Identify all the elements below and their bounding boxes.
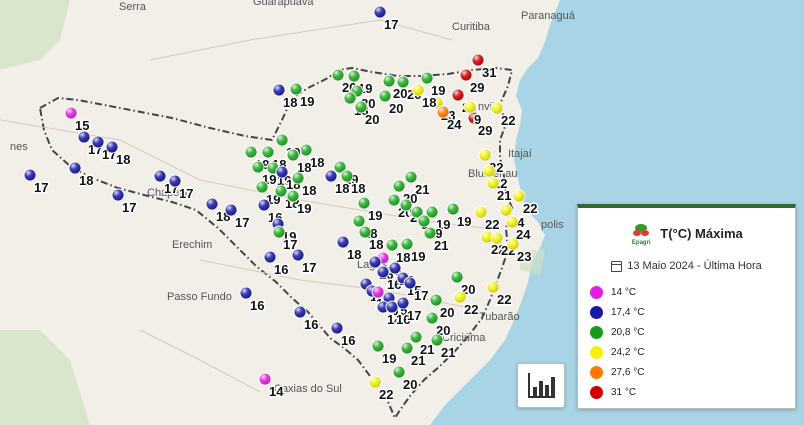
chart-axis [528, 373, 530, 398]
legend-swatch [590, 285, 603, 299]
chart-bar-icon [551, 377, 555, 397]
temperature-label: 17 [122, 200, 136, 215]
temperature-label: 17 [414, 288, 428, 303]
legend-label: 27,6 °C [611, 366, 645, 378]
temperature-label: 18 [347, 247, 361, 262]
legend-date: 13 Maio 2024 - Última Hora [578, 260, 795, 272]
temperature-label: 18 [369, 237, 383, 252]
temperature-label: 17 [302, 260, 316, 275]
place-label: polis [541, 219, 564, 231]
legend-title: T(°C) Máxima [660, 225, 743, 241]
temperature-label: 20 [389, 101, 403, 116]
temperature-label: 16 [250, 298, 264, 313]
place-label: Paranaguá [521, 10, 576, 22]
temperature-label: 16 [274, 262, 288, 277]
legend-panel: Epagri T(°C) Máxima 13 Maio 2024 - Últim… [577, 204, 796, 409]
legend-item: 24,2 °C [578, 342, 795, 362]
temperature-label: 22 [497, 292, 511, 307]
legend-label: 17,4 °C [611, 306, 645, 318]
legend-label: 31 °C [611, 386, 637, 398]
temperature-label: 19 [457, 214, 471, 229]
temperature-label: 21 [411, 353, 425, 368]
temperature-label: 19 [300, 94, 314, 109]
temperature-label: 21 [497, 188, 511, 203]
place-label: Curitiba [452, 21, 491, 33]
temperature-label: 22 [485, 217, 499, 232]
temperature-label: 9 [474, 112, 481, 127]
temperature-label: 19 [297, 201, 311, 216]
temperature-label: 23 [517, 249, 531, 264]
legend-swatch [590, 305, 603, 319]
place-label: Serra [119, 1, 147, 13]
temperature-label: 24 [447, 117, 462, 132]
temperature-label: 21 [434, 238, 448, 253]
temperature-label: 17 [235, 215, 249, 230]
temperature-label: 18 [79, 173, 93, 188]
temperature-label: 17 [179, 186, 193, 201]
temperature-label: 22 [379, 387, 393, 402]
temperature-label: 22 [501, 113, 515, 128]
logo-text: Epagri [631, 240, 651, 246]
temperature-label: 20 [440, 305, 454, 320]
calendar-icon [611, 260, 623, 272]
temperature-label: 21 [441, 345, 455, 360]
temperature-label: 18 [351, 181, 365, 196]
temperature-label: 18 [422, 95, 436, 110]
legend-label: 20,8 °C [611, 326, 645, 338]
legend-header: Epagri T(°C) Máxima [578, 220, 795, 246]
chart-bar-icon [533, 387, 537, 397]
chart-bar-icon [539, 381, 543, 397]
temperature-label: 20 [403, 377, 417, 392]
legend-swatch [590, 325, 603, 339]
temperature-label: 24 [516, 227, 531, 242]
chart-bar-icon [545, 385, 549, 397]
legend-label: 24,2 °C [611, 346, 645, 358]
legend-item: 20,8 °C [578, 322, 795, 342]
leaf-icon [633, 224, 650, 236]
legend-item: 17,4 °C [578, 302, 795, 322]
temperature-label: 14 [269, 384, 284, 399]
epagri-logo: Epagri [630, 220, 652, 246]
temperature-label: 17 [407, 308, 421, 323]
legend-label: 14 °C [611, 286, 637, 298]
legend-item: 14 °C [578, 282, 795, 302]
temperature-label: 19 [368, 208, 382, 223]
temperature-label: 31 [482, 65, 496, 80]
legend-item: 31 °C [578, 382, 795, 402]
place-label: nes [10, 141, 28, 153]
legend-swatch [590, 365, 603, 379]
place-label: Tubarão [479, 311, 520, 323]
legend-items: 14 °C 17,4 °C 20,8 °C 24,2 °C 27,6 °C 31 °C [578, 282, 795, 402]
legend-swatch [590, 385, 603, 399]
temperature-label: 18 [335, 181, 349, 196]
place-label: Erechim [172, 239, 212, 251]
temperature-label: 29 [470, 80, 484, 95]
place-label: Passo Fundo [167, 291, 232, 303]
temperature-label: 20 [393, 86, 407, 101]
temperature-label: 22 [464, 302, 478, 317]
temperature-label: 18 [302, 183, 316, 198]
legend-item: 27,6 °C [578, 362, 795, 382]
date-text: 13 Maio 2024 - Última Hora [627, 260, 762, 272]
temperature-label: 19 [382, 351, 396, 366]
temperature-label: 18 [310, 155, 324, 170]
temperature-label: 16 [341, 333, 355, 348]
temperature-label: 22 [523, 201, 537, 216]
chart-button[interactable] [517, 363, 565, 408]
place-label: Caxias do Sul [274, 383, 342, 395]
temperature-label: 18 [283, 95, 297, 110]
temperature-label: 18 [116, 152, 130, 167]
legend-swatch [590, 345, 603, 359]
temperature-label: 17 [384, 17, 398, 32]
temperature-label: 16 [304, 317, 318, 332]
temperature-label: 17 [34, 180, 48, 195]
place-label: Guarapuava [253, 0, 314, 8]
temperature-label: 20 [365, 112, 379, 127]
place-label: Itajaí [508, 148, 532, 160]
temperature-label: 19 [411, 249, 425, 264]
